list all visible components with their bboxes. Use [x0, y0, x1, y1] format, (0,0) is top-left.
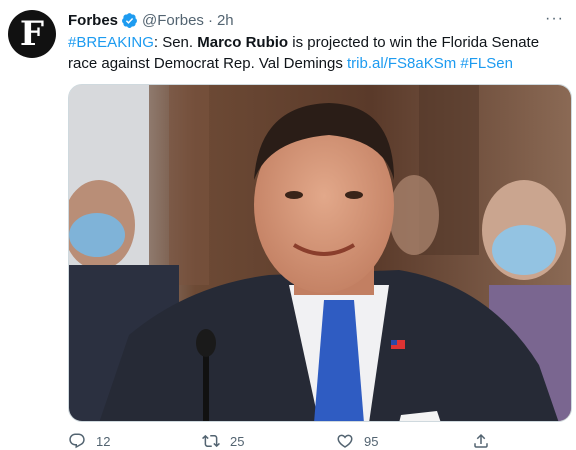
- tweet-header: Forbes @Forbes · 2h ···: [68, 10, 564, 30]
- tweet-text: #BREAKING: Sen. Marco Rubio is projected…: [68, 32, 568, 74]
- tweet-card[interactable]: F Forbes @Forbes · 2h ··· #BREAKING: Sen…: [0, 0, 576, 450]
- tweet-text-part1: : Sen.: [153, 34, 198, 51]
- avatar-letter: F: [19, 14, 45, 54]
- reply-count: 12: [96, 433, 111, 449]
- share-button[interactable]: [472, 432, 500, 450]
- verified-badge-icon: [122, 12, 137, 28]
- share-icon: [474, 433, 488, 448]
- like-count: 95: [364, 433, 379, 449]
- reply-button[interactable]: 12: [68, 432, 110, 450]
- tweet-photo[interactable]: [68, 84, 572, 422]
- hashtag-flsen[interactable]: #FLSen: [460, 55, 513, 72]
- heart-icon: [337, 434, 353, 448]
- separator-dot: ·: [207, 11, 213, 29]
- retweet-count: 25: [230, 433, 245, 449]
- like-button[interactable]: 95: [336, 432, 378, 450]
- retweet-icon: [202, 434, 220, 448]
- author-name[interactable]: Forbes: [68, 12, 118, 29]
- retweet-button[interactable]: 25: [202, 432, 244, 450]
- tweet-text-bold-name: Marco Rubio: [197, 34, 289, 51]
- more-options-icon[interactable]: ···: [545, 10, 564, 28]
- author-handle[interactable]: @Forbes: [142, 12, 204, 29]
- forbes-avatar[interactable]: F: [8, 10, 56, 58]
- tweet-timestamp[interactable]: 2h: [217, 12, 234, 29]
- reply-icon: [69, 433, 85, 449]
- photo-of-marco-rubio: [69, 85, 571, 421]
- tweet-actions: 12 25 95: [68, 432, 498, 450]
- hashtag-breaking[interactable]: #BREAKING: [68, 34, 154, 51]
- tweet-link[interactable]: trib.al/FS8aKSm: [347, 55, 456, 72]
